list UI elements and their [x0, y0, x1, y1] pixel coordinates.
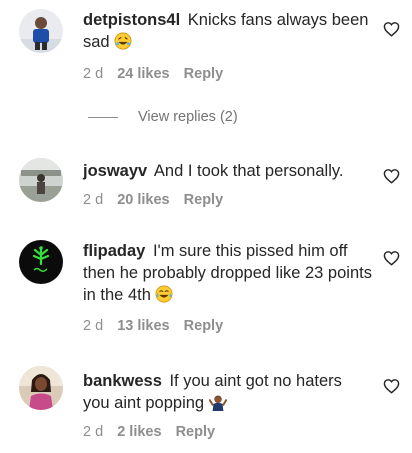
avatar-image	[19, 158, 63, 202]
comment-text: detpistons4l Knicks fans always been sad	[83, 9, 373, 53]
comment-time: 2 d	[83, 318, 104, 335]
comment-username[interactable]: bankwess	[83, 372, 162, 390]
view-replies-label: View replies (2)	[138, 109, 238, 126]
reply-button[interactable]: Reply	[184, 66, 224, 82]
avatar[interactable]	[19, 9, 63, 53]
like-button[interactable]	[383, 168, 400, 184]
comment-username[interactable]: detpistons4l	[83, 11, 180, 29]
view-replies-button[interactable]: View replies (2)	[88, 109, 238, 129]
comment-text: bankwess If you aint got no haters you a…	[83, 370, 373, 414]
comment-likes[interactable]: 13 likes	[117, 318, 169, 334]
comment-body: And I took that personally.	[153, 162, 344, 180]
comment-meta: 2 d 20 likes Reply	[83, 192, 223, 208]
comment-text: joswayv And I took that personally.	[83, 160, 373, 182]
heart-outline-icon	[383, 251, 400, 266]
avatar[interactable]	[19, 240, 63, 284]
avatar[interactable]	[19, 158, 63, 202]
avatar-image	[19, 366, 63, 410]
joy-emoji-icon	[156, 285, 173, 303]
comment-username[interactable]: joswayv	[83, 162, 147, 180]
comment-username[interactable]: flipaday	[83, 242, 145, 260]
heart-outline-icon	[383, 169, 400, 184]
comment-time: 2 d	[83, 192, 104, 209]
reply-button[interactable]: Reply	[184, 318, 224, 334]
comment-meta: 2 d 2 likes Reply	[83, 424, 215, 440]
reply-button[interactable]: Reply	[184, 192, 224, 208]
heart-outline-icon	[383, 379, 400, 394]
comment-time: 2 d	[83, 424, 104, 441]
comment-time: 2 d	[83, 66, 104, 83]
comment-text: flipaday I'm sure this pissed him off th…	[83, 240, 373, 306]
like-button[interactable]	[383, 21, 400, 37]
like-button[interactable]	[383, 250, 400, 266]
view-replies-line	[88, 116, 118, 118]
heart-outline-icon	[383, 22, 400, 37]
comment-likes[interactable]: 2 likes	[117, 424, 161, 440]
avatar-image	[19, 9, 63, 53]
rofl-emoji-icon	[114, 32, 132, 50]
person-gesturing-no-emoji-icon	[208, 395, 227, 411]
comment-likes[interactable]: 20 likes	[117, 192, 169, 208]
comment-likes[interactable]: 24 likes	[117, 66, 169, 82]
reply-button[interactable]: Reply	[176, 424, 216, 440]
comment-meta: 2 d 24 likes Reply	[83, 66, 223, 82]
avatar-image	[19, 240, 63, 284]
like-button[interactable]	[383, 378, 400, 394]
avatar[interactable]	[19, 366, 63, 410]
comment-meta: 2 d 13 likes Reply	[83, 318, 223, 334]
